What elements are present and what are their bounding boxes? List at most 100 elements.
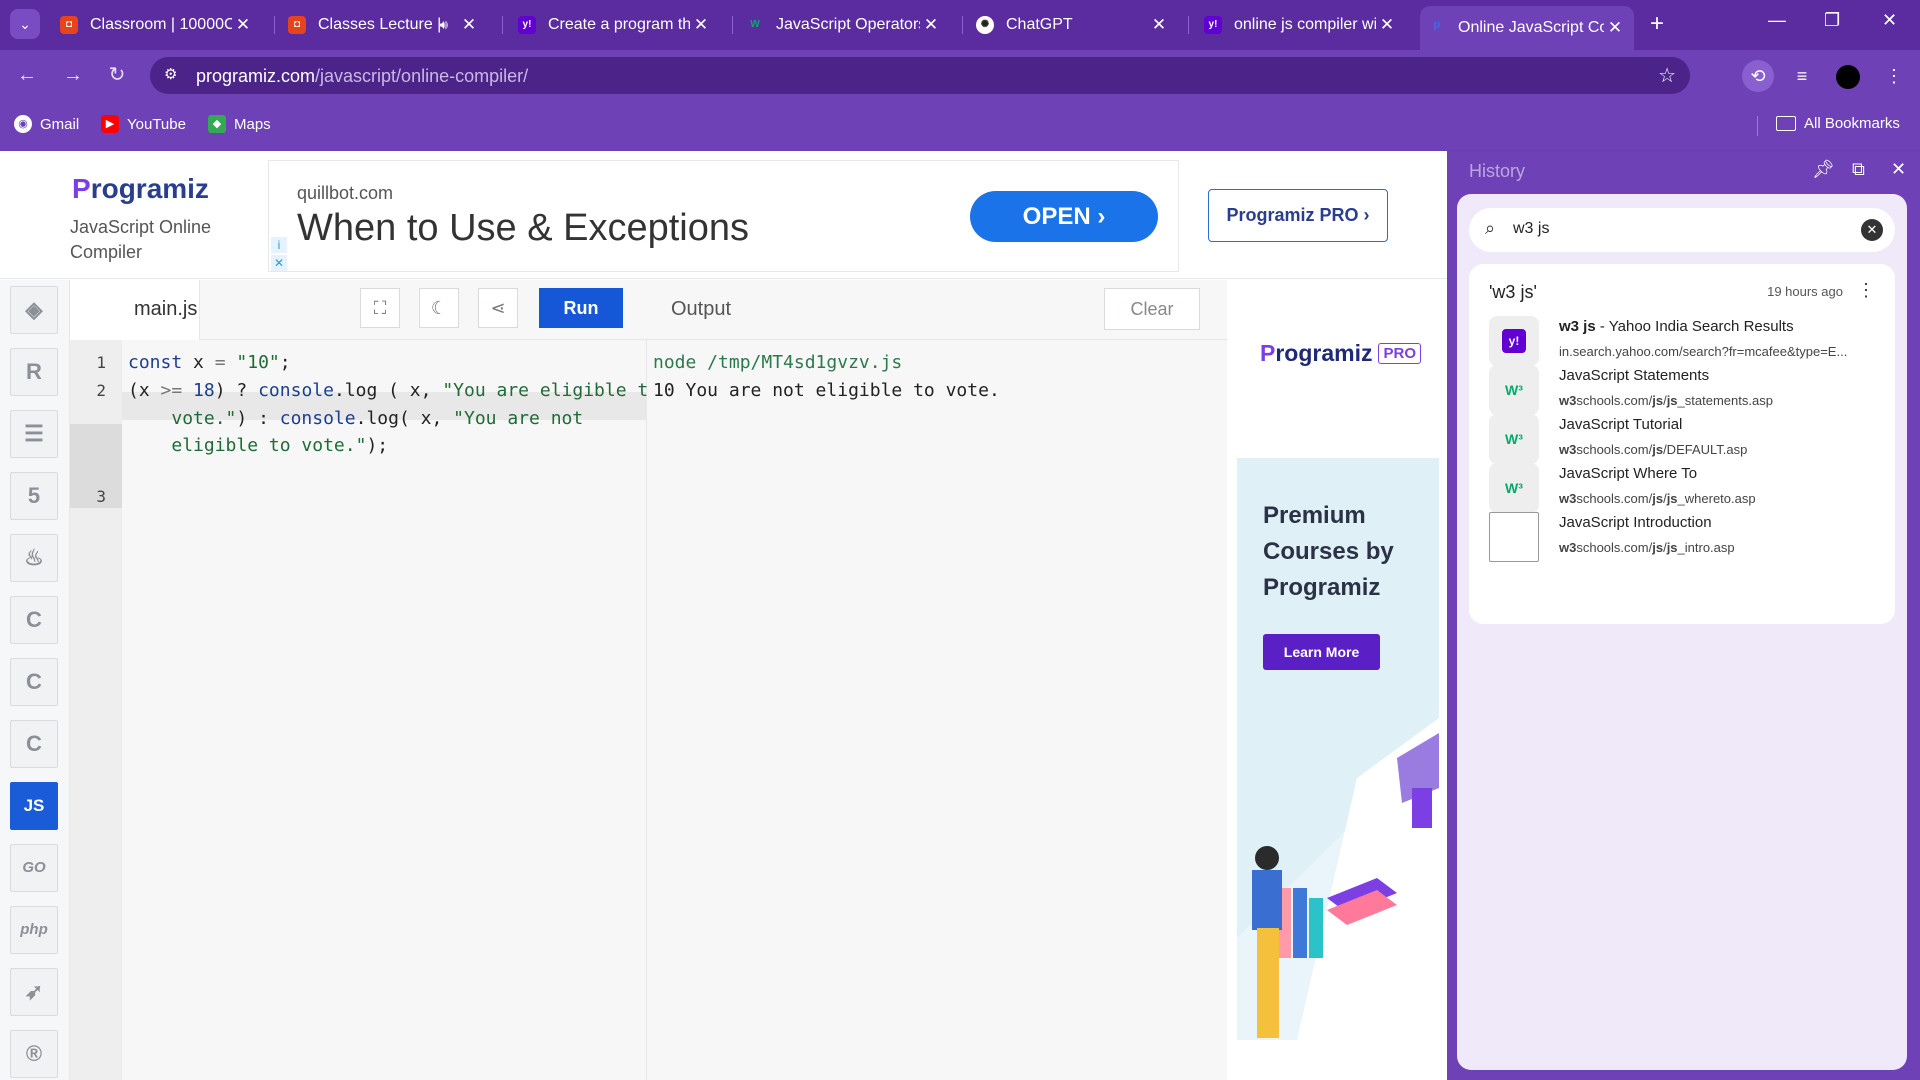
ad-open-button[interactable]: OPEN › [970, 191, 1158, 242]
tab-title: Online JavaScript Co [1458, 19, 1604, 36]
bookmark-youtube[interactable]: ▶ YouTube [101, 115, 186, 133]
side-ad-logo: Programiz PRO [1260, 340, 1421, 367]
output-toolbar: Output Clear [647, 280, 1227, 340]
all-bookmarks[interactable]: All Bookmarks [1776, 115, 1900, 132]
file-tab[interactable]: main.js [70, 280, 200, 340]
code-editor: main.js ⛶ ☾ ⋖ Run 1 2 3 const x = "10"; … [70, 280, 659, 1080]
bookmark-gmail[interactable]: ◉ Gmail [14, 115, 79, 133]
tab-search-button[interactable]: ⌄ [10, 9, 40, 39]
gmail-icon: ◉ [14, 115, 32, 133]
close-icon[interactable]: ✕ [1148, 15, 1170, 35]
back-icon[interactable]: ← [12, 60, 42, 90]
tab-javascript-operators[interactable]: W JavaScript Operators ✕ [738, 8, 950, 42]
tab-chatgpt[interactable]: ✺ ChatGPT ✕ [968, 8, 1178, 42]
ad-close-icon[interactable]: ✕ [271, 255, 287, 271]
tab-classes-lecture[interactable]: ◘ Classes Lecture | 🔊︎ ✕ [280, 8, 488, 42]
bookmarks-bar: ◉ Gmail ▶ YouTube ◆ Maps All Bookmarks [0, 100, 1920, 150]
close-icon[interactable]: ✕ [1376, 15, 1398, 35]
history-icon[interactable]: ⟲ [1742, 60, 1774, 92]
history-item-url: w3schools.com/js/js_statements.asp [1559, 393, 1773, 408]
cpp-icon[interactable]: C [10, 658, 58, 706]
tab-online-javascript-compiler[interactable]: ᵖ Online JavaScript Co ✕ [1420, 6, 1634, 50]
forward-icon[interactable]: → [58, 60, 88, 90]
speaker-icon[interactable]: 🔊︎ [440, 17, 448, 33]
php-icon[interactable]: php [10, 906, 58, 954]
history-item-url: w3schools.com/js/DEFAULT.asp [1559, 442, 1748, 457]
programiz-logo[interactable]: Programiz [72, 173, 209, 205]
close-icon[interactable]: ✕ [690, 15, 712, 35]
tab-classroom[interactable]: ◘ Classroom | 10000Co ✕ [52, 8, 262, 42]
history-item[interactable]: y! w3 js - Yahoo India Search Results in… [1489, 316, 1889, 366]
chatgpt-icon: ✺ [976, 16, 994, 34]
close-icon[interactable]: ✕ [920, 15, 942, 35]
line-number: 3 [96, 487, 106, 506]
code-line-2[interactable]: (x >= 18) ? console.log ( x, "You are el… [128, 380, 659, 401]
programiz-pro-button[interactable]: Programiz PRO › [1208, 189, 1388, 242]
menu-icon[interactable]: ⋮ [1878, 60, 1910, 92]
run-button[interactable]: Run [539, 288, 623, 328]
bookmark-star-icon[interactable]: ☆ [1658, 63, 1676, 88]
tab-title: Classroom | 10000Co [90, 16, 232, 33]
window-close-icon[interactable]: ✕ [1882, 10, 1897, 31]
tab-create-program[interactable]: y! Create a program tha ✕ [510, 8, 720, 42]
javascript-icon[interactable]: JS [10, 782, 58, 830]
line-number: 2 [96, 381, 106, 400]
media-controls-icon[interactable]: ≡ [1786, 60, 1818, 92]
bookmark-maps[interactable]: ◆ Maps [208, 115, 271, 133]
r-icon[interactable]: R [10, 348, 58, 396]
code-line-1[interactable]: const x = "10"; [128, 352, 291, 373]
tab-online-js-compiler[interactable]: y! online js compiler wi ✕ [1196, 8, 1406, 42]
dark-mode-icon[interactable]: ☾ [419, 288, 459, 328]
results-time: 19 hours ago [1767, 284, 1843, 299]
new-tab-button[interactable]: + [1650, 10, 1664, 38]
history-item-url: w3schools.com/js/js_whereto.asp [1559, 491, 1756, 506]
pin-icon[interactable]: 📌︎ [1812, 159, 1835, 180]
minimize-icon[interactable]: — [1768, 10, 1786, 31]
bookmark-label: Maps [234, 115, 271, 133]
history-item[interactable]: JavaScript Introduction w3schools.com/js… [1489, 512, 1889, 562]
ad-info-icon[interactable]: i [271, 237, 287, 253]
avatar[interactable] [1836, 65, 1860, 89]
side-ad[interactable]: Programiz PRO Premium Courses by Programi… [1237, 288, 1439, 1040]
close-panel-icon[interactable]: ✕ [1891, 159, 1906, 180]
html-icon[interactable]: 5 [10, 472, 58, 520]
java-icon[interactable]: ♨ [10, 534, 58, 582]
folder-icon [1776, 116, 1796, 131]
history-search-input[interactable]: ⌕ w3 js ✕ [1469, 208, 1895, 252]
history-item[interactable]: W³ JavaScript Where To w3schools.com/js/… [1489, 463, 1889, 513]
banner-ad[interactable]: quillbot.com When to Use & Exceptions OP… [268, 160, 1179, 272]
tab-title: Create a program tha [548, 16, 690, 33]
fullscreen-icon[interactable]: ⛶ [360, 288, 400, 328]
yahoo-icon: y! [518, 16, 536, 34]
output-panel: Output Clear node /tmp/MT4sd1gvzv.js 10 … [647, 280, 1227, 1080]
language-rail: ◈ R ☰ 5 ♨ C C C JS GO php ➶ ® [0, 280, 70, 1080]
close-icon[interactable]: ✕ [232, 15, 254, 35]
history-item[interactable]: W³ JavaScript Statements w3schools.com/j… [1489, 365, 1889, 415]
c-icon[interactable]: C [10, 596, 58, 644]
code-line-2-wrap2[interactable]: eligible to vote."); [128, 435, 388, 456]
more-options-icon[interactable]: ⋮ [1857, 280, 1875, 301]
share-icon[interactable]: ⋖ [478, 288, 518, 328]
rust-icon[interactable]: ® [10, 1030, 58, 1078]
code-line-2-wrap[interactable]: vote.") : console.log( x, "You are not [128, 408, 583, 429]
side-ad-text: Premium Courses by Programiz [1263, 502, 1394, 601]
go-icon[interactable]: GO [10, 844, 58, 892]
clear-button[interactable]: Clear [1104, 288, 1200, 330]
clear-search-icon[interactable]: ✕ [1861, 219, 1883, 241]
restore-icon[interactable]: ❐ [1824, 10, 1840, 31]
history-item[interactable]: W³ JavaScript Tutorial w3schools.com/js/… [1489, 414, 1889, 464]
open-in-new-tab-icon[interactable]: ⧉ [1852, 159, 1865, 180]
learn-more-button[interactable]: Learn More [1263, 634, 1380, 670]
close-icon[interactable]: ✕ [458, 15, 480, 35]
swift-icon[interactable]: ➶ [10, 968, 58, 1016]
ad-domain: quillbot.com [297, 183, 394, 203]
ad-headline: When to Use & Exceptions [297, 207, 749, 249]
close-icon[interactable]: ✕ [1604, 18, 1626, 38]
site-info-icon[interactable]: ⚙ [164, 65, 177, 83]
csharp-icon[interactable]: C [10, 720, 58, 768]
address-bar[interactable]: ⚙ programiz.com/javascript/online-compil… [150, 57, 1690, 94]
python-icon[interactable]: ◈ [10, 286, 58, 334]
reload-icon[interactable]: ↻ [102, 60, 132, 90]
history-results-card: 'w3 js' 19 hours ago ⋮ y! w3 js - Yahoo … [1469, 264, 1895, 624]
sql-icon[interactable]: ☰ [10, 410, 58, 458]
